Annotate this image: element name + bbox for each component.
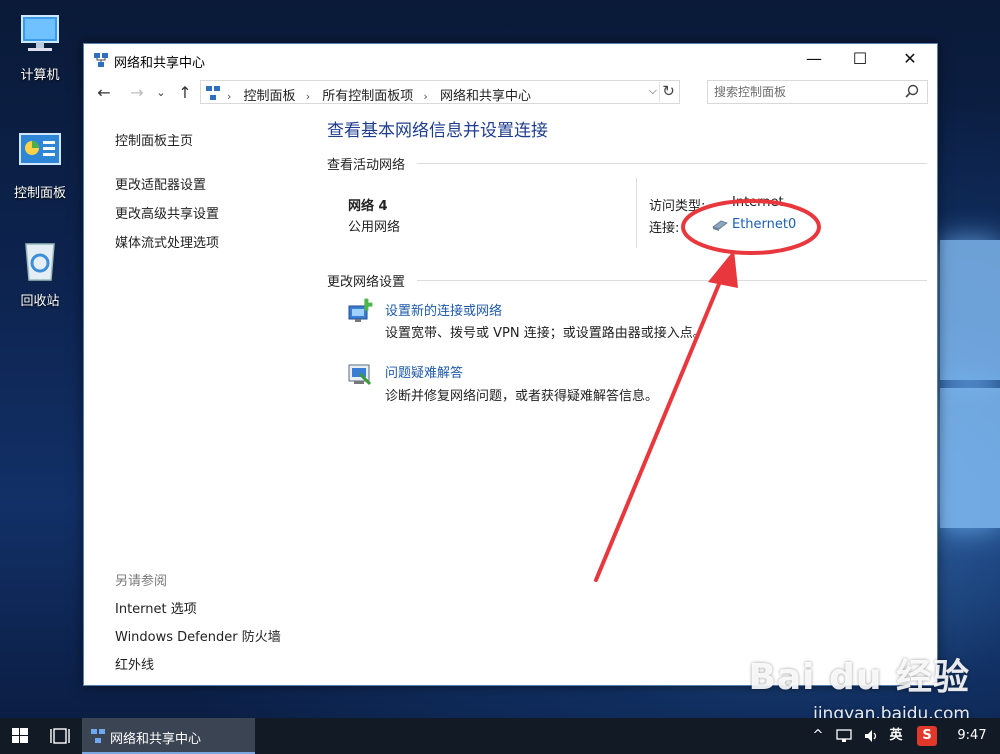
window-title: 网络和共享中心 xyxy=(114,56,206,71)
search-box[interactable] xyxy=(707,80,928,104)
task-view-icon xyxy=(50,728,70,744)
network-sharing-center-window: 网络和共享中心 — ☐ ✕ ← → ⌄ ↑ › 控制面板 › 所有控制面板项 › xyxy=(83,43,938,686)
desktop-icon-recycle-bin[interactable]: 回收站 xyxy=(0,236,80,309)
breadcrumb-item[interactable]: 网络和共享中心 xyxy=(440,89,531,104)
maximize-button[interactable]: ☐ xyxy=(837,44,883,76)
desktop-icon-label: 计算机 xyxy=(20,68,60,83)
windows-icon xyxy=(12,728,28,743)
chevron-down-icon[interactable]: ⌵ xyxy=(649,84,657,98)
access-type-value: Internet xyxy=(732,195,784,210)
new-connection-icon xyxy=(346,297,374,325)
volume-icon[interactable] xyxy=(860,718,882,754)
troubleshoot-description: 诊断并修复网络问题，或者获得疑难解答信息。 xyxy=(385,389,659,404)
see-also-heading: 另请参阅 xyxy=(115,574,168,589)
change-network-settings-heading: 更改网络设置 xyxy=(327,275,406,290)
forward-arrow-icon[interactable]: → xyxy=(126,82,148,104)
link-internet-options[interactable]: Internet 选项 xyxy=(115,598,281,617)
network-tray-icon[interactable] xyxy=(832,718,856,754)
start-button[interactable] xyxy=(0,718,40,754)
task-view-button[interactable] xyxy=(44,718,76,754)
connection-label: 连接: xyxy=(649,221,680,236)
watermark-logo: Bai du 经验 xyxy=(748,657,970,698)
taskbar-app-network-center[interactable]: 网络和共享中心 xyxy=(82,718,255,754)
search-icon[interactable] xyxy=(905,84,919,98)
network-name: 网络 4 xyxy=(348,199,388,214)
desktop-icon-computer[interactable]: 计算机 xyxy=(0,10,80,83)
ime-indicator[interactable]: 英 xyxy=(884,718,908,754)
title-bar[interactable]: 网络和共享中心 — ☐ ✕ xyxy=(84,44,937,76)
link-infrared[interactable]: 红外线 xyxy=(115,654,281,673)
divider xyxy=(417,280,927,281)
setup-new-connection-description: 设置宽带、拨号或 VPN 连接；或设置路由器或接入点。 xyxy=(385,326,706,341)
recent-dropdown-icon[interactable]: ⌄ xyxy=(150,82,172,104)
ethernet-icon xyxy=(711,218,729,236)
baidu-watermark: Bai du 经验 jingyan.baidu.com xyxy=(748,648,970,724)
divider xyxy=(636,178,637,248)
troubleshoot-link[interactable]: 问题疑难解答 xyxy=(385,362,463,381)
taskbar: 网络和共享中心 ^ 英 S 9:47 xyxy=(0,718,1000,754)
refresh-icon[interactable]: ↻ xyxy=(659,82,677,102)
control-panel-icon xyxy=(16,128,64,176)
left-pane: 控制面板主页 更改适配器设置 更改高级共享设置 媒体流式处理选项 xyxy=(115,130,219,261)
breadcrumb: › 控制面板 › 所有控制面板项 › 网络和共享中心 xyxy=(227,89,531,104)
close-button[interactable]: ✕ xyxy=(887,44,933,76)
recycle-bin-icon xyxy=(16,236,64,284)
network-type: 公用网络 xyxy=(348,220,401,235)
taskbar-app-label: 网络和共享中心 xyxy=(110,732,202,747)
see-also-section: 另请参阅 Internet 选项 Windows Defender 防火墙 红外… xyxy=(115,570,281,682)
access-type-label: 访问类型: xyxy=(649,199,706,214)
link-change-adapter-settings[interactable]: 更改适配器设置 xyxy=(115,174,219,193)
back-arrow-icon[interactable]: ← xyxy=(93,82,115,104)
network-app-icon xyxy=(90,728,106,748)
minimize-button[interactable]: — xyxy=(791,44,837,76)
setup-new-connection-link[interactable]: 设置新的连接或网络 xyxy=(385,300,502,319)
network-app-icon xyxy=(93,52,109,68)
address-bar[interactable]: › 控制面板 › 所有控制面板项 › 网络和共享中心 ⌵ ↻ xyxy=(200,80,680,104)
troubleshoot-icon xyxy=(346,360,374,388)
navigation-bar: ← → ⌄ ↑ › 控制面板 › 所有控制面板项 › 网络和共享中心 ⌵ ↻ xyxy=(84,80,937,106)
breadcrumb-item[interactable]: 所有控制面板项 xyxy=(322,89,413,104)
sogou-ime-icon[interactable]: S xyxy=(914,718,940,754)
divider xyxy=(417,163,927,164)
ethernet-connection-link[interactable]: Ethernet0 xyxy=(732,217,796,232)
up-arrow-icon[interactable]: ↑ xyxy=(174,82,196,104)
desktop-icon-control-panel[interactable]: 控制面板 xyxy=(0,128,80,201)
link-windows-defender-firewall[interactable]: Windows Defender 防火墙 xyxy=(115,626,281,645)
link-media-streaming-options[interactable]: 媒体流式处理选项 xyxy=(115,232,219,251)
active-networks-heading: 查看活动网络 xyxy=(327,158,406,173)
windows-logo-glow xyxy=(940,240,1000,530)
page-title: 查看基本网络信息并设置连接 xyxy=(327,121,548,141)
link-advanced-sharing-settings[interactable]: 更改高级共享设置 xyxy=(115,203,219,222)
breadcrumb-item[interactable]: 控制面板 xyxy=(244,89,296,104)
computer-icon xyxy=(16,10,64,58)
address-network-icon xyxy=(205,85,221,105)
clock[interactable]: 9:47 xyxy=(950,718,994,754)
desktop-icon-label: 控制面板 xyxy=(13,186,66,201)
chevron-up-icon[interactable]: ^ xyxy=(808,718,828,754)
desktop-icon-label: 回收站 xyxy=(20,294,60,309)
search-input[interactable] xyxy=(708,81,898,103)
link-control-panel-home[interactable]: 控制面板主页 xyxy=(115,130,219,149)
